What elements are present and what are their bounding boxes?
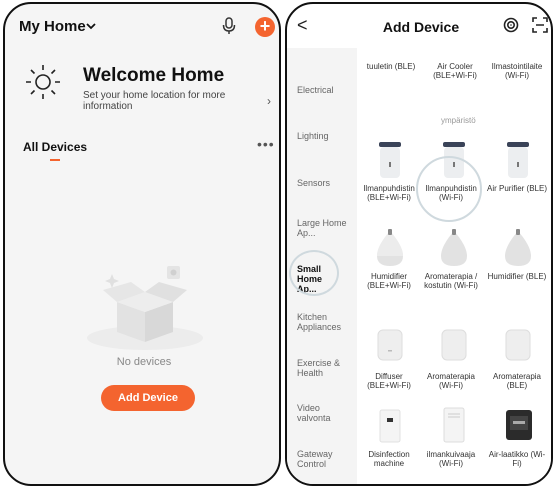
- sidebar-item-lighting[interactable]: Lighting: [297, 131, 357, 141]
- sidebar-item-sensors[interactable]: Sensors: [297, 178, 357, 188]
- add-device-screen: < Add Device Electrical Lighting Sensors…: [285, 2, 553, 486]
- scan-icon[interactable]: [503, 17, 519, 33]
- add-device-button[interactable]: Add Device: [101, 385, 195, 411]
- device-humidifier-ble[interactable]: Humidifier (BLE): [485, 272, 549, 281]
- tab-all-devices[interactable]: All Devices: [23, 140, 87, 154]
- home-header: My Home +: [5, 4, 279, 50]
- diffuser-image: [377, 329, 403, 361]
- device-aromaterapia-wifi[interactable]: Aromaterapia (Wi-Fi): [421, 372, 481, 390]
- sidebar-item-exercise-health[interactable]: Exercise & Health: [297, 358, 349, 378]
- plus-icon[interactable]: +: [255, 17, 275, 37]
- sidebar-item-large-home-appliances[interactable]: Large Home Ap...: [297, 218, 349, 238]
- mic-icon[interactable]: [221, 16, 237, 36]
- humidifier-image: [377, 229, 403, 266]
- selection-ring: [289, 250, 339, 296]
- device-air-purifier-ble[interactable]: Air Purifier (BLE): [485, 184, 549, 193]
- device-ilmastointilaite[interactable]: Ilmastointilaite (Wi-Fi): [485, 62, 549, 80]
- welcome-title: Welcome Home: [83, 65, 225, 86]
- sidebar-item-gateway-control[interactable]: Gateway Control: [297, 449, 341, 469]
- tab-indicator: [50, 159, 60, 161]
- sidebar-item-video-valvonta[interactable]: Video valvonta: [297, 403, 337, 423]
- no-devices-text: No devices: [116, 356, 172, 368]
- aroma-humidifier-image: [441, 229, 467, 266]
- device-disinfection-machine[interactable]: Disinfection machine: [357, 450, 421, 468]
- dehumidifier-image: [443, 407, 465, 443]
- category-sidebar: Electrical Lighting Sensors Large Home A…: [287, 48, 357, 484]
- sidebar-item-electrical[interactable]: Electrical: [297, 85, 357, 95]
- fullscreen-scan-icon[interactable]: [532, 17, 548, 33]
- highlight-ring: [416, 156, 482, 222]
- welcome-subtitle[interactable]: Set your home location for more informat…: [83, 90, 243, 112]
- section-label: ympäristö: [441, 116, 476, 125]
- home-screen: My Home + Welcome Home Set your home loc…: [3, 2, 281, 486]
- chevron-down-icon[interactable]: [85, 20, 97, 32]
- diffuser-image: [441, 329, 467, 361]
- device-air-cooler[interactable]: Air Cooler (BLE+Wi-Fi): [421, 62, 489, 80]
- empty-box-illustration: [87, 266, 203, 350]
- device-aromaterapia-ble[interactable]: Aromaterapia (BLE): [485, 372, 549, 390]
- more-icon[interactable]: •••: [257, 136, 275, 152]
- disinfection-machine-image: [379, 409, 401, 443]
- device-ilmankuivaaja[interactable]: ilmankuivaaja (Wi-Fi): [421, 450, 481, 468]
- device-tuuletin[interactable]: tuuletin (BLE): [357, 62, 425, 71]
- humidifier-image: [505, 229, 531, 266]
- device-ilmanpuhdistin-ble-wifi[interactable]: Ilmanpuhdistin (BLE+Wi-Fi): [357, 184, 421, 202]
- air-purifier-image: [379, 142, 401, 178]
- device-grid: tuuletin (BLE) Air Cooler (BLE+Wi-Fi) Il…: [357, 48, 551, 484]
- device-air-laatikko[interactable]: Air-laatikko (Wi-Fi): [485, 450, 549, 468]
- chevron-right-icon[interactable]: ›: [267, 94, 271, 108]
- diffuser-image: [505, 329, 531, 361]
- air-box-image: [506, 410, 532, 440]
- device-diffuser[interactable]: Diffuser (BLE+Wi-Fi): [357, 372, 421, 390]
- sidebar-item-kitchen-appliances[interactable]: Kitchen Appliances: [297, 312, 357, 332]
- device-aromaterapia-kostutin[interactable]: Aromaterapia / kostutin (Wi-Fi): [421, 272, 481, 290]
- air-purifier-image: [507, 142, 529, 178]
- sun-icon: [26, 65, 60, 99]
- home-title[interactable]: My Home: [19, 18, 86, 35]
- device-humidifier-ble-wifi[interactable]: Humidifier (BLE+Wi-Fi): [357, 272, 421, 290]
